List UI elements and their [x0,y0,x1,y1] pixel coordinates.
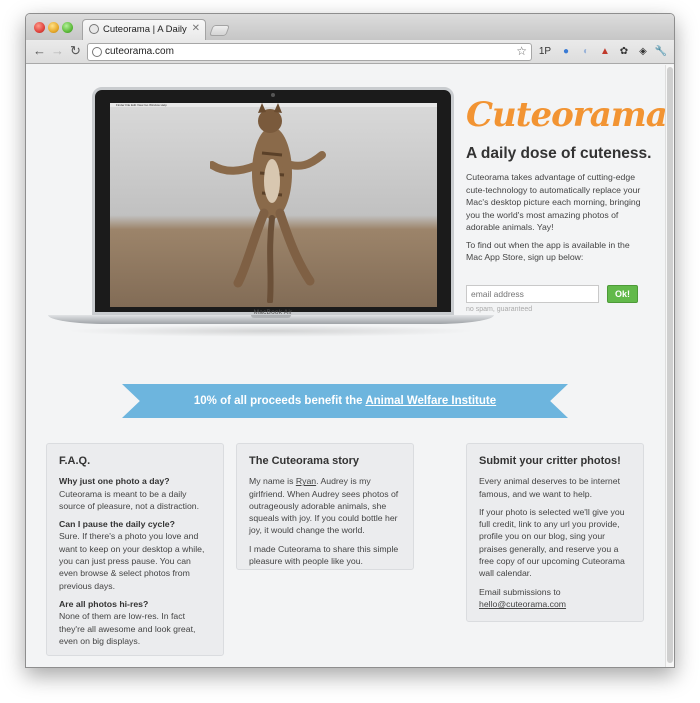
bookmark-star-icon[interactable]: ☆ [516,44,527,58]
address-bar[interactable]: cuteorama.com ☆ [87,43,532,61]
ok-submit-button[interactable]: Ok! [607,285,638,303]
vertical-scrollbar[interactable] [665,65,674,667]
forward-button[interactable]: → [51,43,64,59]
laptop-notch [251,315,291,318]
email-input[interactable] [466,285,599,303]
minimize-window-button[interactable] [48,22,59,33]
page-content: Finder File Edit View Go Window Help Mac… [26,65,668,667]
extension-icon-3[interactable]: ◐ [579,45,593,59]
globe-icon [89,24,99,34]
reload-button[interactable]: ↻ [70,43,81,59]
faq-item: Why just one photo a day? Cuteorama is m… [59,475,211,512]
faq-title: F.A.Q. [59,455,91,467]
browser-tab[interactable]: Cuteorama | A Daily Dose of Cuteness ✕ [82,19,206,40]
browser-window: Cuteorama | A Daily Dose of Cuteness ✕ ←… [25,13,675,668]
submit-photos-card: Submit your critter photos! Every animal… [466,443,644,622]
extension-icon-6[interactable]: ◈ [636,45,650,59]
faq-item: Can I pause the daily cycle? Sure. If th… [59,518,211,592]
extension-icon-2[interactable]: ● [559,45,573,59]
laptop-illustration: Finder File Edit View Go Window Help Mac… [92,87,454,316]
jumping-cat-image [210,103,326,303]
faq-card: F.A.Q. Why just one photo a day? Cuteora… [46,443,224,656]
faq-question: Are all photos hi-res? [59,598,149,609]
tab-title: Cuteorama | A Daily Dose of Cuteness [103,24,189,35]
laptop-shadow [66,325,476,337]
faq-answer: None of them are low-res. In fact they'r… [59,611,196,646]
faq-answer: Cuteorama is meant to be a daily source … [59,488,200,511]
scrollbar-thumb[interactable] [667,67,673,663]
laptop-screen: Finder File Edit View Go Window Help [110,103,437,307]
wrench-icon[interactable]: 🔧 [654,45,668,59]
browser-toolbar: ← → ↻ cuteorama.com ☆ 1P ● ◐ ▲ ✿ ◈ 🔧 [26,40,674,64]
submit-paragraph-2: If your photo is selected we'll give you… [479,506,625,579]
no-spam-note: no spam, guaranteed [466,306,533,313]
faq-question: Can I pause the daily cycle? [59,519,175,530]
story-paragraph-1: My name is Ryan. Audrey is my girlfriend… [249,475,401,536]
back-button[interactable]: ← [33,43,46,59]
cuteorama-logo: Cuteorama [466,95,668,135]
tab-bar: Cuteorama | A Daily Dose of Cuteness ✕ [26,14,674,40]
intro-paragraph-2: To find out when the app is available in… [466,239,630,263]
story-text: My name is [249,476,296,487]
extension-icon-4[interactable]: ▲ [598,45,612,59]
submission-email-link[interactable]: hello@cuteorama.com [479,599,566,609]
faq-question: Why just one photo a day? [59,476,170,487]
animal-welfare-link[interactable]: Animal Welfare Institute [365,395,496,407]
submit-paragraph-1: Every animal deserves to be internet fam… [479,476,621,499]
tab-close-icon[interactable]: ✕ [192,23,200,34]
story-paragraph-2: I made Cuteorama to share this simple pl… [249,543,399,567]
charity-ribbon: 10% of all proceeds benefit the Animal W… [122,384,568,418]
ryan-link[interactable]: Ryan [296,476,316,486]
tagline: A daily dose of cuteness. [466,145,652,162]
onepassword-extension-icon[interactable]: 1P [538,45,552,59]
page-icon [92,47,102,57]
ribbon-text: 10% of all proceeds benefit the [193,395,366,407]
faq-item: Are all photos hi-res? None of them are … [59,598,211,647]
laptop-camera [271,93,275,97]
close-window-button[interactable] [34,22,45,33]
intro-paragraph-1: Cuteorama takes advantage of cutting-edg… [466,172,641,232]
submit-paragraph-3: Email submissions to [479,586,561,597]
story-card: The Cuteorama story My name is Ryan. Aud… [236,443,414,570]
zoom-window-button[interactable] [62,22,73,33]
faq-answer: Sure. If there's a photo you love and wa… [59,531,205,591]
story-title: The Cuteorama story [249,455,360,467]
extension-icon-5[interactable]: ✿ [617,45,631,59]
url-text: cuteorama.com [105,46,174,57]
new-tab-button[interactable] [208,25,231,36]
intro-text: Cuteorama takes advantage of cutting-edg… [466,171,644,269]
submit-title: Submit your critter photos! [479,455,621,467]
